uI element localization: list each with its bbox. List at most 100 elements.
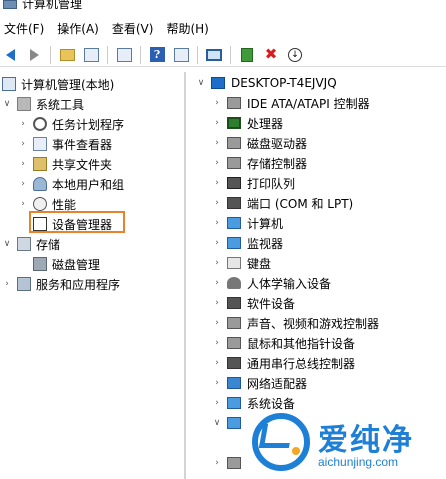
device-category-mice[interactable]: › 鼠标和其他指针设备 bbox=[212, 333, 355, 353]
help-button[interactable]: ? bbox=[147, 45, 167, 65]
chevron-down-icon[interactable]: ∨ bbox=[212, 418, 222, 428]
device-category-ports[interactable]: › 端口 (COM 和 LPT) bbox=[212, 193, 353, 213]
device-category-network[interactable]: › 网络适配器 bbox=[212, 373, 307, 393]
tree-item-label: 共享文件夹 bbox=[52, 157, 113, 172]
device-category-processor[interactable]: › 处理器 bbox=[212, 113, 283, 133]
computer-management-icon bbox=[3, 0, 17, 9]
mouse-icon bbox=[227, 337, 241, 349]
chevron-down-icon[interactable]: ∨ bbox=[2, 99, 12, 109]
chevron-right-icon[interactable]: › bbox=[212, 178, 222, 188]
chevron-right-icon[interactable]: › bbox=[212, 298, 222, 308]
network-adapter-icon bbox=[227, 377, 241, 389]
back-button[interactable] bbox=[0, 45, 20, 65]
chevron-right-icon[interactable]: › bbox=[212, 98, 222, 108]
device-category-disk-drives[interactable]: › 磁盘驱动器 bbox=[212, 133, 307, 153]
menu-action[interactable]: 操作(A) bbox=[53, 18, 108, 40]
chevron-right-icon[interactable]: › bbox=[212, 358, 222, 368]
uninstall-button[interactable]: ✖ bbox=[261, 45, 281, 65]
toolbar-separator bbox=[107, 45, 108, 64]
device-category-monitors[interactable]: › 监视器 bbox=[212, 233, 283, 253]
tree-item-root[interactable]: 计算机管理(本地) bbox=[2, 74, 114, 94]
chevron-right-icon[interactable]: › bbox=[18, 119, 28, 129]
device-category-label: 处理器 bbox=[247, 116, 284, 131]
services-icon bbox=[17, 277, 31, 291]
device-category-usb[interactable]: › 通用串行总线控制器 bbox=[212, 353, 355, 373]
chevron-right-icon[interactable]: › bbox=[18, 199, 28, 209]
disk-icon bbox=[33, 257, 47, 271]
forward-button[interactable] bbox=[24, 45, 44, 65]
chevron-right-icon[interactable]: › bbox=[212, 318, 222, 328]
device-category-sound[interactable]: › 声音、视频和游戏控制器 bbox=[212, 313, 379, 333]
chevron-down-icon[interactable]: ∨ bbox=[196, 78, 206, 88]
tree-item-local-users[interactable]: › 本地用户和组 bbox=[18, 174, 124, 194]
chevron-right-icon[interactable]: › bbox=[212, 198, 222, 208]
device-category-label: 鼠标和其他指针设备 bbox=[247, 336, 356, 351]
toolbar-separator bbox=[50, 45, 51, 64]
device-host-label: DESKTOP-T4EJVJQ bbox=[231, 76, 337, 90]
chevron-right-icon[interactable]: › bbox=[212, 118, 222, 128]
chevron-right-icon[interactable]: › bbox=[18, 179, 28, 189]
tree-item-event-viewer[interactable]: › 事件查看器 bbox=[18, 134, 112, 154]
tree-item-label: 计算机管理(本地) bbox=[21, 77, 115, 92]
keyboard-icon bbox=[227, 257, 241, 269]
speaker-icon bbox=[227, 317, 241, 329]
device-category-label: 计算机 bbox=[247, 216, 284, 231]
monitor-icon bbox=[206, 48, 222, 61]
device-category-hid[interactable]: › 人体学输入设备 bbox=[212, 273, 331, 293]
device-category-storage-controllers[interactable]: › 存储控制器 bbox=[212, 153, 307, 173]
device-category-partial[interactable]: ∨ bbox=[212, 413, 247, 433]
chevron-right-icon[interactable]: › bbox=[212, 458, 222, 468]
device-category-software-devices[interactable]: › 软件设备 bbox=[212, 293, 295, 313]
chevron-right-icon[interactable]: › bbox=[212, 158, 222, 168]
device-category-label: 打印队列 bbox=[247, 176, 296, 191]
properties-button[interactable] bbox=[114, 45, 134, 65]
device-category-label: 存储控制器 bbox=[247, 156, 308, 171]
up-folder-button[interactable] bbox=[57, 45, 77, 65]
window-title: 计算机管理 bbox=[22, 0, 83, 11]
monitor-button[interactable] bbox=[204, 45, 224, 65]
tree-item-services-apps[interactable]: › 服务和应用程序 bbox=[2, 274, 120, 294]
chevron-right-icon[interactable]: › bbox=[212, 138, 222, 148]
chevron-down-icon[interactable]: ∨ bbox=[2, 239, 12, 249]
download-button[interactable]: ↓ bbox=[285, 45, 305, 65]
shared-folder-icon bbox=[33, 157, 47, 171]
chevron-right-icon[interactable]: › bbox=[212, 218, 222, 228]
computer-icon bbox=[227, 217, 241, 229]
menu-help[interactable]: 帮助(H) bbox=[162, 18, 217, 40]
chevron-right-icon[interactable]: › bbox=[212, 398, 222, 408]
chevron-right-icon[interactable]: › bbox=[18, 139, 28, 149]
chevron-right-icon[interactable]: › bbox=[212, 238, 222, 248]
tree-item-label: 事件查看器 bbox=[52, 137, 113, 152]
chevron-right-icon[interactable]: › bbox=[212, 338, 222, 348]
chevron-right-icon[interactable]: › bbox=[212, 278, 222, 288]
device-category-keyboards[interactable]: › 键盘 bbox=[212, 253, 271, 273]
device-category-print-queues[interactable]: › 打印队列 bbox=[212, 173, 295, 193]
forward-icon bbox=[29, 48, 39, 61]
update-driver-button[interactable] bbox=[237, 45, 257, 65]
tree-item-shared-folders[interactable]: › 共享文件夹 bbox=[18, 154, 112, 174]
menu-file[interactable]: 文件(F) bbox=[0, 18, 53, 40]
event-viewer-icon bbox=[33, 137, 47, 151]
tree-item-storage[interactable]: ∨ 存储 bbox=[2, 234, 60, 254]
storage-icon bbox=[17, 237, 31, 251]
action-pane-button[interactable] bbox=[171, 45, 191, 65]
tree-item-system-tools[interactable]: ∨ 系统工具 bbox=[2, 94, 84, 114]
help-icon: ? bbox=[149, 47, 165, 62]
chevron-right-icon[interactable]: › bbox=[212, 258, 222, 268]
device-category-ide[interactable]: › IDE ATA/ATAPI 控制器 bbox=[212, 93, 369, 113]
tree-item-disk-management[interactable]: 磁盘管理 bbox=[33, 254, 100, 274]
chevron-right-icon[interactable]: › bbox=[212, 378, 222, 388]
processor-icon bbox=[227, 117, 241, 129]
device-host[interactable]: ∨ DESKTOP-T4EJVJQ bbox=[196, 73, 337, 93]
menu-view[interactable]: 查看(V) bbox=[108, 18, 163, 40]
show-hide-tree-button[interactable] bbox=[81, 45, 101, 65]
computer-icon bbox=[211, 77, 225, 89]
chevron-right-icon[interactable]: › bbox=[2, 279, 12, 289]
tree-item-task-scheduler[interactable]: › 任务计划程序 bbox=[18, 114, 124, 134]
device-category-partial[interactable]: › bbox=[212, 453, 247, 473]
speaker-icon bbox=[227, 457, 241, 469]
computer-management-icon bbox=[2, 77, 16, 91]
device-category-computer[interactable]: › 计算机 bbox=[212, 213, 283, 233]
chevron-right-icon[interactable]: › bbox=[18, 159, 28, 169]
tree-item-label: 系统工具 bbox=[36, 97, 85, 112]
